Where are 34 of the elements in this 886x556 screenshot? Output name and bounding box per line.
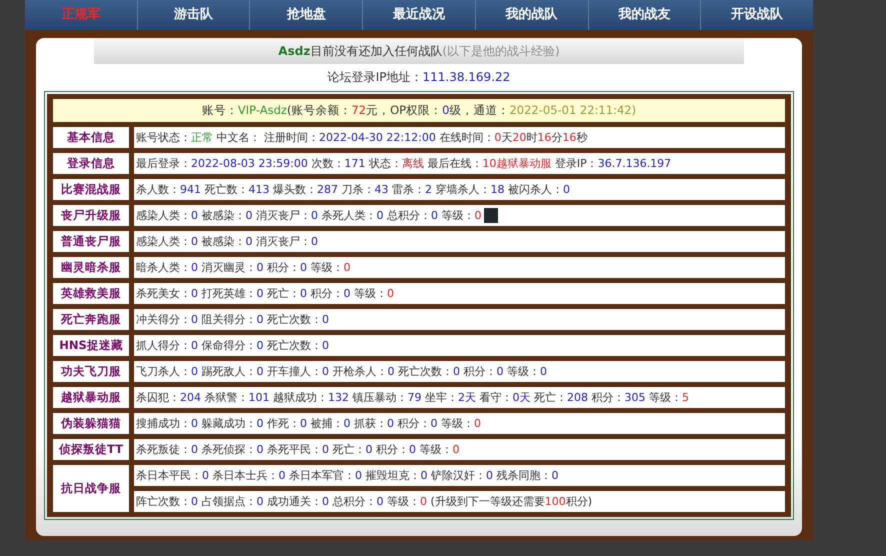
stats-cell: 最后登录：2022-08-03 23:59:00 次数：171 状态：离线 最后在线：10越狱暴动服 登录IP：36.7.136.197 [133, 152, 786, 175]
stats-cell: 飞刀杀人：0 踢死敌人：0 开车撞人：0 开枪杀人：0 死亡次数：0 积分：0 等级：0 [133, 360, 786, 383]
account-info-text: 账号：VIP-Asdz(账号余额：72元，OP权限：0级，通道：2022-05-01 22:11:42) [52, 98, 786, 123]
login-ip-text: 论坛登录IP地址：111.38.169.22 [326, 69, 512, 86]
category-cell: 基本信息 [52, 126, 130, 149]
category-cell: 比赛混战服 [52, 178, 130, 201]
category-cell: 英雄救美服 [52, 282, 130, 305]
category-cell: 功夫飞刀服 [52, 360, 130, 383]
stats-cell: 抓人得分：0 保命得分：0 死亡次数：0 [133, 334, 786, 357]
stats-cell: 账号状态：正常 中文名： 注册时间：2022-04-30 22:12:00 在线时间：0天20时16分16秒 [133, 126, 786, 149]
stats-cell: 冲关得分：0 阻关得分：0 死亡次数：0 [133, 308, 786, 331]
avatar-placeholder [484, 208, 498, 223]
category-cell: 伪装躲猫猫 [52, 412, 130, 435]
category-cell: 越狱暴动服 [52, 386, 130, 409]
stats-cell: 杀死叛徒：0 杀死侦探：0 杀死平民：0 死亡：0 积分：0 等级：0 [133, 438, 786, 461]
category-cell: 抗日战争服 [52, 464, 130, 513]
category-cell: HNS捉迷藏 [52, 334, 130, 357]
category-cell: 幽灵暗杀服 [52, 256, 130, 279]
stats-cell: 阵亡次数：0 占领据点：0 成功通关：0 总积分：0 等级：0 (升级到下一等级还需要100积分) [133, 490, 786, 513]
category-cell: 普通丧尸服 [52, 230, 130, 253]
team-status-text: Asdz目前没有还加入任何战队(以下是他的战斗经验) [278, 42, 560, 60]
stats-cell: 感染人类：0 被感染：0 消灭丧尸：0 [133, 230, 786, 253]
stats-cell: 杀人数：941 死亡数：413 爆头数：287 刀杀：43 雷杀：2 穿墙杀人：18 被闪杀人：0 [133, 178, 786, 201]
stats-cell: 感染人类：0 被感染：0 消灭丧尸：0 杀死人类：0 总积分：0 等级：0 [133, 204, 786, 227]
nav-tab[interactable]: 开设战队 [701, 0, 814, 30]
stats-cell: 杀囚犯：204 杀狱警：101 越狱成功：132 镇压暴动：79 坐牢：2天 看守：0天 死亡：208 积分：305 等级：5 [133, 386, 786, 409]
stats-cell: 杀死美女：0 打死英雄：0 死亡：0 积分：0 等级：0 [133, 282, 786, 305]
category-cell: 侦探叛徒TT [52, 438, 130, 461]
stats-cell: 搜捕成功：0 躲藏成功：0 作死：0 被捕：0 抓获：0 积分：0 等级：0 [133, 412, 786, 435]
category-cell: 丧尸升级服 [52, 204, 130, 227]
stats-cell: 杀日本平民：0 杀日本士兵：0 杀日本军官：0 摧毁坦克：0 铲除汉奸：0 残杀同胞：0 [133, 464, 786, 487]
category-cell: 死亡奔跑服 [52, 308, 130, 331]
category-cell: 登录信息 [52, 152, 130, 175]
stats-cell: 暗杀人类：0 消灭幽灵：0 积分：0 等级：0 [133, 256, 786, 279]
